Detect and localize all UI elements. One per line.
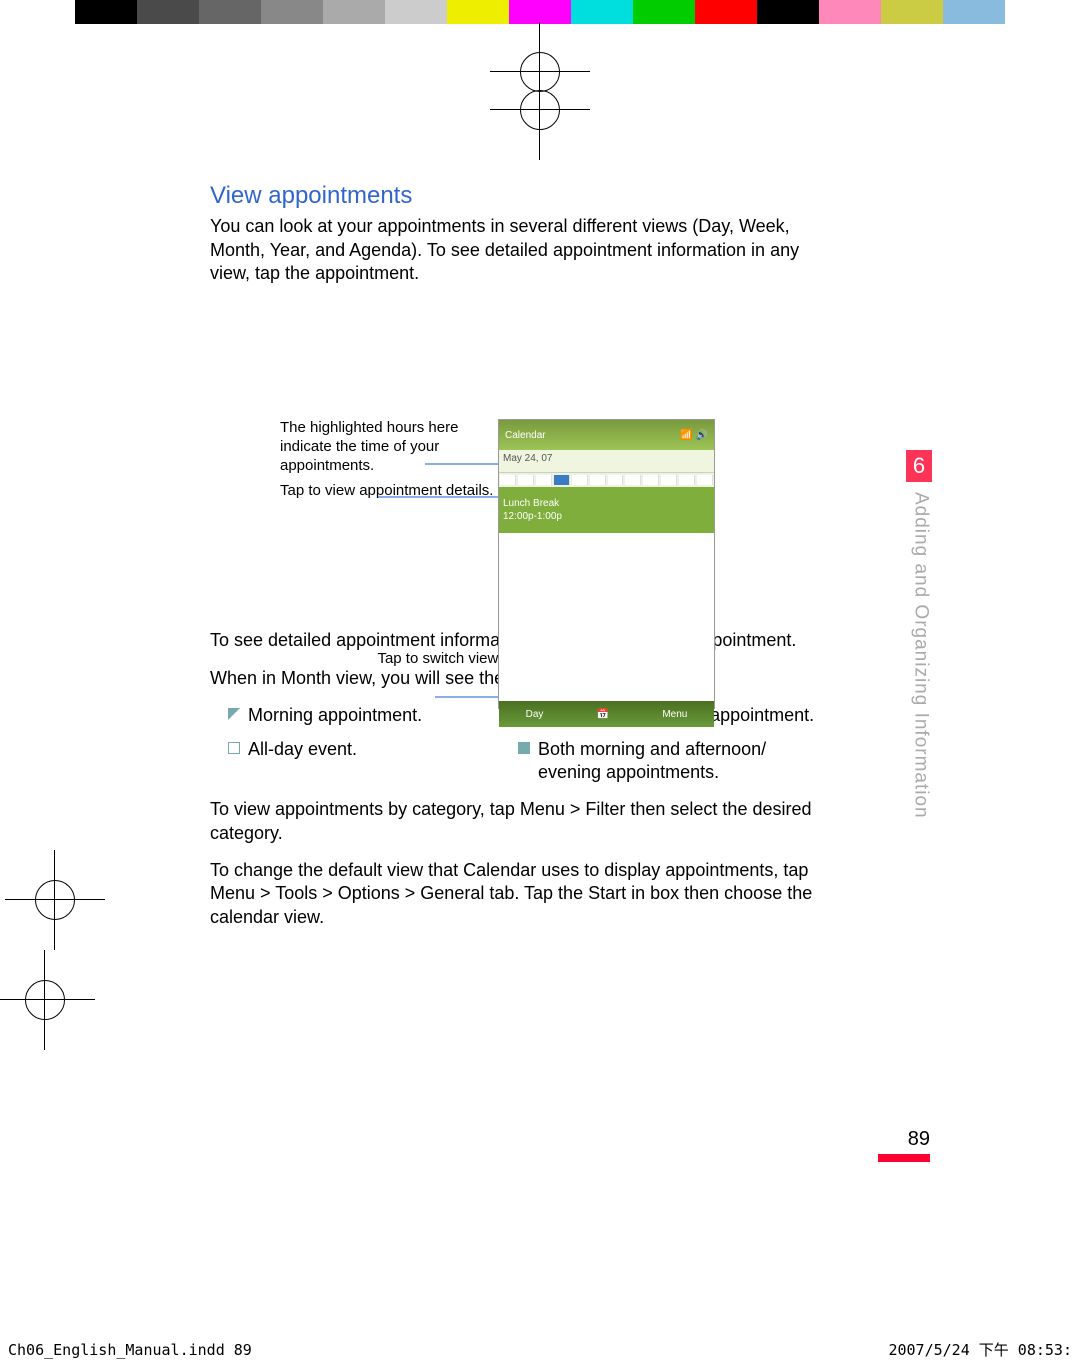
intro-paragraph: You can look at your appointments in sev…: [210, 215, 830, 285]
chapter-title: Adding and Organizing Information: [908, 482, 933, 819]
calendar-screenshot: Calendar 📶 🔊 May 24, 07 Lunch Break12:00p…: [498, 419, 715, 709]
morning-icon: [228, 708, 240, 720]
allday-icon: [228, 742, 240, 754]
both-icon: [518, 742, 530, 754]
print-color-bar: [75, 0, 1005, 24]
section-heading: View appointments: [210, 180, 830, 211]
shot-icons: 📶 🔊: [680, 429, 708, 442]
paragraph-default-view: To change the default view that Calendar…: [210, 859, 830, 929]
print-footer: Ch06_English_Manual.indd 89 2007/5/24 下午…: [0, 1341, 1080, 1361]
page-number: 89: [908, 1126, 930, 1152]
paragraph-filter: To view appointments by category, tap Me…: [210, 798, 830, 845]
registration-mark-left: [5, 850, 105, 950]
page-number-bar: [878, 1154, 930, 1162]
callout-details: Tap to view appointment details.: [280, 482, 510, 501]
callout-hours: The highlighted hours here indicate the …: [280, 419, 510, 475]
chapter-number: 6: [906, 450, 932, 482]
chapter-side-tab: 6 Adding and Organizing Information: [906, 450, 932, 950]
shot-title: Calendar: [505, 429, 546, 442]
shot-hours-strip: [499, 473, 714, 487]
callout-switch: Tap to switch views.: [280, 650, 510, 669]
registration-mark-bottom: [490, 60, 590, 160]
shot-bottom-bar: Day📅Menu: [499, 701, 714, 727]
both-label: Both morning and afternoon/ evening appo…: [538, 738, 766, 785]
footer-timestamp: 2007/5/24 下午 08:53:: [888, 1341, 1072, 1361]
registration-mark-right: [0, 950, 95, 1050]
allday-label: All-day event.: [248, 738, 357, 761]
footer-filename: Ch06_English_Manual.indd 89: [8, 1341, 252, 1361]
shot-date: May 24, 07: [499, 450, 714, 473]
shot-appointment: Lunch Break12:00p-1:00p: [499, 487, 714, 533]
morning-label: Morning appointment.: [248, 704, 422, 727]
